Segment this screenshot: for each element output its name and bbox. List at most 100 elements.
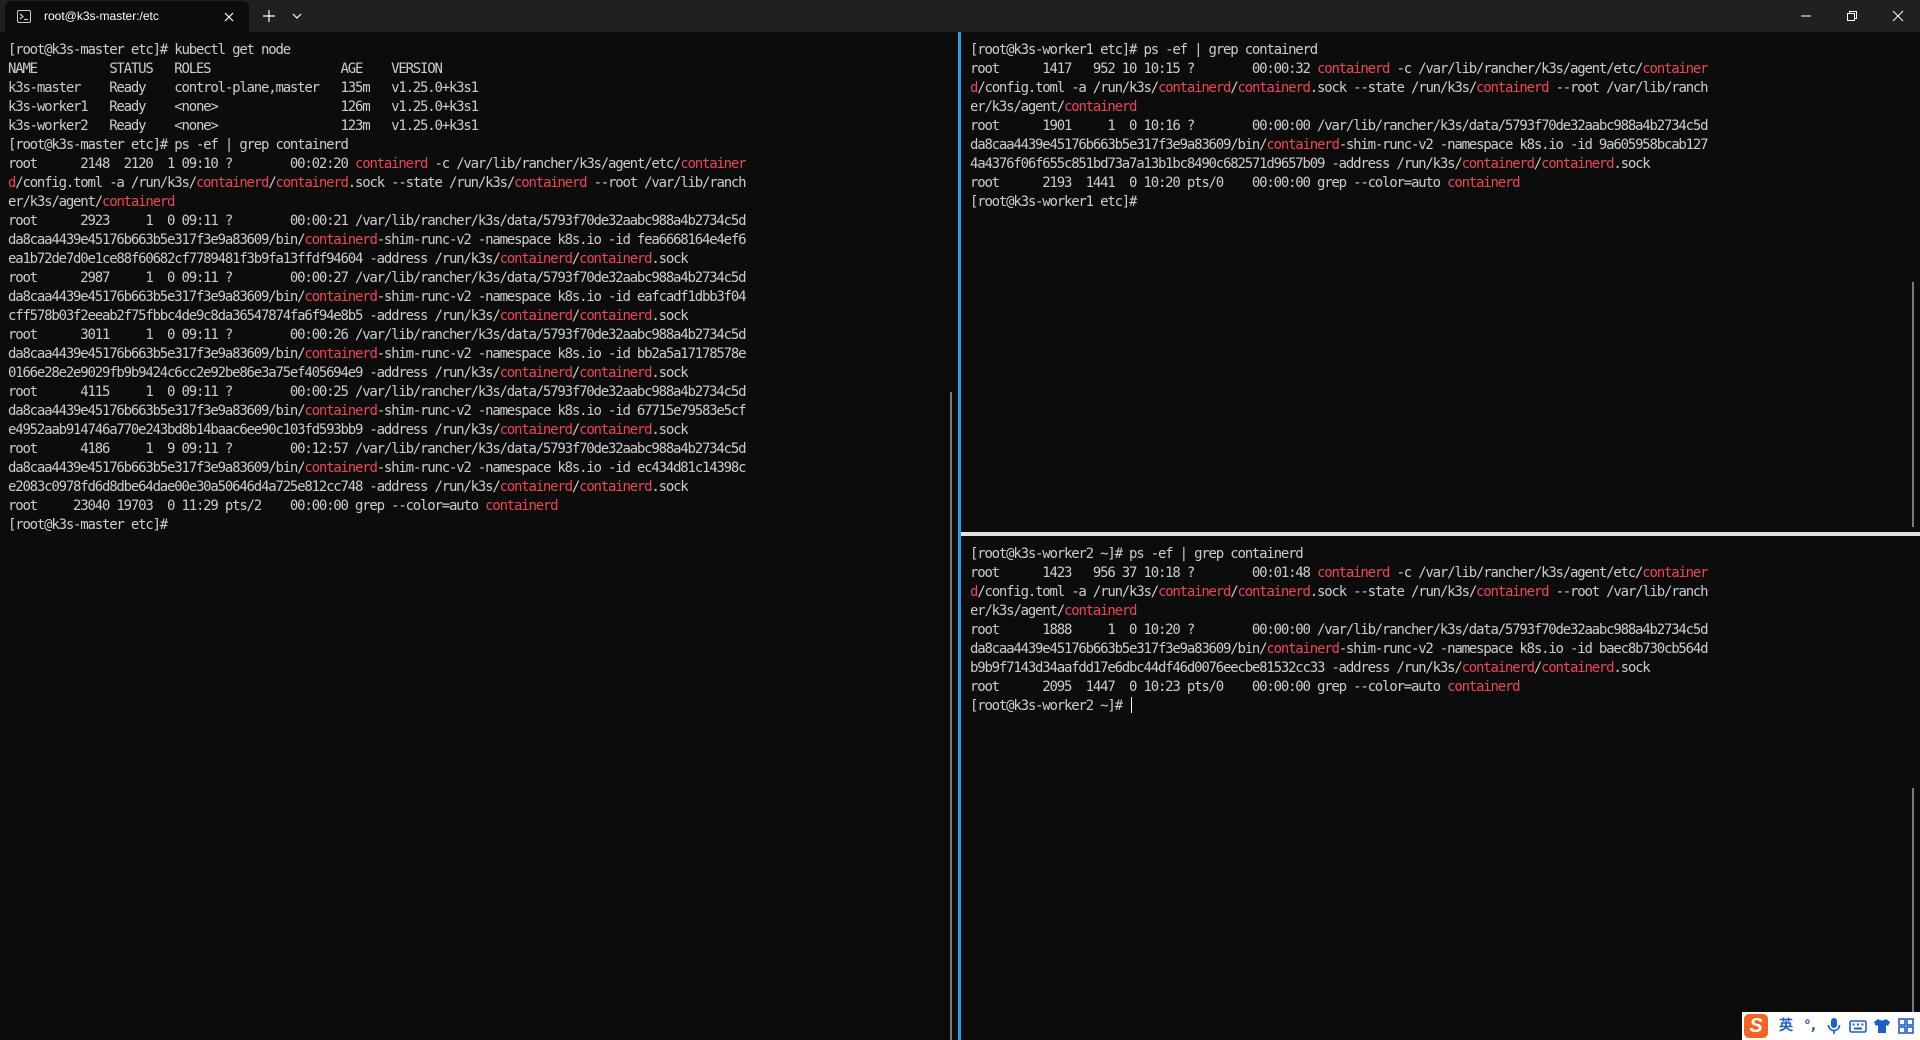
- terminal-text: root 3011 1 0 09:11 ? 00:00:26 /var/lib/…: [8, 327, 747, 343]
- terminal-line: [root@k3s-master etc]# kubectl get node: [8, 41, 745, 60]
- terminal-text: root 2923 1 0 09:11 ? 00:00:21 /var/lib/…: [8, 213, 747, 229]
- terminal-text: -shim-runc-v2 -namespace k8s.io -id 9a60…: [1338, 137, 1709, 153]
- terminal-output-master: [root@k3s-master etc]# kubectl get node N…: [8, 41, 747, 535]
- grep-match: containerd: [1476, 80, 1550, 96]
- restore-icon: [1847, 11, 1857, 21]
- terminal-text: /: [1533, 660, 1542, 676]
- terminal-text: k3s-worker2 Ready <none> 123m v1.25.0+k3…: [8, 118, 479, 134]
- grep-match: containerd: [304, 289, 378, 305]
- text-cursor: [1131, 697, 1133, 713]
- minimize-button[interactable]: [1782, 0, 1828, 32]
- terminal-text: [root@k3s-master etc]# kubectl get node: [8, 42, 291, 58]
- terminal-text: root 1417 952 10 10:15 ? 00:00:32: [970, 61, 1317, 77]
- grep-match: containerd: [354, 156, 429, 172]
- terminal-text: -shim-runc-v2 -namespace k8s.io -id bb2a…: [376, 346, 747, 362]
- terminal-text: da8caa4439e45176b663b5e317f3e9a83609/bin…: [8, 289, 306, 305]
- terminal-tab[interactable]: root@k3s-master:/etc: [5, 1, 249, 32]
- close-icon[interactable]: [221, 9, 237, 25]
- grep-match: containerd: [1157, 584, 1232, 600]
- terminal-text: er/k3s/agent/: [970, 603, 1065, 619]
- terminal-line: root 4186 1 9 09:11 ? 00:12:57 /var/lib/…: [8, 440, 747, 459]
- pane-master[interactable]: [root@k3s-master etc]# kubectl get node N…: [0, 32, 958, 1040]
- grep-match: containerd: [1316, 61, 1391, 77]
- chevron-down-icon[interactable]: [290, 9, 304, 23]
- grep-match: containerd: [304, 460, 378, 476]
- terminal-text: root 1888 1 0 10:20 ? 00:00:00 /var/lib/…: [970, 622, 1709, 638]
- terminal-line: da8caa4439e45176b663b5e317f3e9a83609/bin…: [970, 640, 1709, 659]
- terminal-output-worker1: [root@k3s-worker1 etc]# ps -ef | grep co…: [970, 41, 1709, 212]
- ime-punctuation-toggle[interactable]: °,: [1800, 1016, 1820, 1036]
- restore-button[interactable]: [1828, 0, 1874, 32]
- terminal-text: /: [571, 308, 580, 324]
- grep-match: containerd: [1157, 80, 1232, 96]
- sogou-logo-icon[interactable]: S: [1744, 1014, 1768, 1038]
- grep-match: containerd: [1316, 565, 1391, 581]
- terminal-text: b9b9f7143d34aafdd17e6dbc44df46d0076eecbe…: [970, 660, 1463, 676]
- skin-icon[interactable]: [1872, 1016, 1892, 1036]
- ime-language-toggle[interactable]: 英: [1776, 1016, 1796, 1036]
- terminal-text: [root@k3s-master etc]#: [8, 517, 168, 533]
- grep-match: containerd: [304, 346, 378, 362]
- terminal-text: 0166e28e2e9029fb9b9424c6cc2e92be86e3a75e…: [8, 365, 501, 381]
- terminal-line: er/k3s/agent/containerd: [970, 98, 1707, 117]
- terminal-line: NAME STATUS ROLES AGE VERSION: [8, 60, 745, 79]
- terminal-text: --root /var/lib/ranch: [1548, 80, 1709, 96]
- terminal-line: d/config.toml -a /run/k3s/containerd/con…: [8, 174, 747, 193]
- terminal-line: er/k3s/agent/containerd: [970, 602, 1707, 621]
- terminal-line: [root@k3s-worker1 etc]#: [970, 193, 1707, 212]
- terminal-line: [root@k3s-worker2 ~]# ps -ef | grep cont…: [970, 545, 1707, 564]
- grep-match: containerd: [1476, 584, 1550, 600]
- grep-match: containerd: [1447, 679, 1521, 695]
- terminal-text: -c /var/lib/rancher/k3s/agent/etc/: [427, 156, 682, 172]
- grep-match: containerd: [275, 175, 349, 191]
- terminal-line: root 1423 956 37 10:18 ? 00:01:48 contai…: [970, 564, 1709, 583]
- grep-match: container: [680, 156, 746, 172]
- terminal-line: k3s-worker1 Ready <none> 126m v1.25.0+k3…: [8, 98, 745, 117]
- terminal-icon: [17, 10, 31, 23]
- terminal-line: root 1888 1 0 10:20 ? 00:00:00 /var/lib/…: [970, 621, 1709, 640]
- plus-icon[interactable]: [260, 7, 278, 25]
- microphone-icon[interactable]: [1824, 1016, 1844, 1036]
- grep-match: containerd: [1461, 156, 1536, 172]
- terminal-text: root 23040 19703 0 11:29 pts/2 00:00:00 …: [8, 498, 486, 514]
- terminal-line: da8caa4439e45176b663b5e317f3e9a83609/bin…: [8, 231, 747, 250]
- terminal-line: k3s-worker2 Ready <none> 123m v1.25.0+k3…: [8, 117, 745, 136]
- grep-match: containerd: [1541, 660, 1615, 676]
- grep-match: containerd: [579, 479, 653, 495]
- pane-worker2[interactable]: [root@k3s-worker2 ~]# ps -ef | grep cont…: [961, 536, 1920, 1040]
- terminal-text: /config.toml -a /run/k3s/: [15, 175, 197, 191]
- grep-match: containerd: [101, 194, 176, 210]
- terminal-line: da8caa4439e45176b663b5e317f3e9a83609/bin…: [8, 288, 747, 307]
- scrollbar-worker2[interactable]: [1912, 788, 1914, 1018]
- terminal-text: .sock: [651, 308, 688, 324]
- terminal-line: root 23040 19703 0 11:29 pts/2 00:00:00 …: [8, 497, 745, 516]
- terminal-text: da8caa4439e45176b663b5e317f3e9a83609/bin…: [970, 137, 1268, 153]
- terminal-text: -c /var/lib/rancher/k3s/agent/etc/: [1389, 565, 1644, 581]
- terminal-text: root 4186 1 9 09:11 ? 00:12:57 /var/lib/…: [8, 441, 747, 457]
- terminal-text: [root@k3s-master etc]# ps -ef | grep con…: [8, 137, 349, 153]
- terminal-line: root 1901 1 0 10:16 ? 00:00:00 /var/lib/…: [970, 117, 1709, 136]
- terminal-line: da8caa4439e45176b663b5e317f3e9a83609/bin…: [8, 459, 747, 478]
- pane-worker1[interactable]: [root@k3s-worker1 etc]# ps -ef | grep co…: [961, 32, 1920, 532]
- pane-divider-horizontal[interactable]: [961, 532, 1920, 536]
- terminal-text: [root@k3s-worker1 etc]# ps -ef | grep co…: [970, 42, 1318, 58]
- terminal-line: k3s-master Ready control-plane,master 13…: [8, 79, 745, 98]
- terminal-text: k3s-worker1 Ready <none> 126m v1.25.0+k3…: [8, 99, 479, 115]
- terminal-text: /config.toml -a /run/k3s/: [977, 584, 1159, 600]
- terminal-line: [root@k3s-master etc]# ps -ef | grep con…: [8, 136, 745, 155]
- terminal-text: /: [571, 365, 580, 381]
- pane-divider-vertical[interactable]: [958, 32, 961, 1040]
- grep-match: containerd: [499, 251, 574, 267]
- grid-icon[interactable]: [1896, 1016, 1916, 1036]
- terminal-text: da8caa4439e45176b663b5e317f3e9a83609/bin…: [8, 346, 306, 362]
- terminal-text: root 1423 956 37 10:18 ? 00:01:48: [970, 565, 1317, 581]
- scrollbar-master[interactable]: [950, 392, 952, 1040]
- close-window-button[interactable]: [1874, 0, 1920, 32]
- grep-match: containerd: [1237, 584, 1311, 600]
- grep-match: containerd: [499, 308, 574, 324]
- scrollbar-worker1[interactable]: [1912, 282, 1914, 527]
- terminal-text: -shim-runc-v2 -namespace k8s.io -id ec43…: [376, 460, 747, 476]
- keyboard-icon[interactable]: [1848, 1016, 1868, 1036]
- terminal-text: e4952aab914746a770e243bd8b14baac6ee90c10…: [8, 422, 501, 438]
- terminal-text: 4a4376f06f655c851bd73a7a13b1bc8490c68257…: [970, 156, 1463, 172]
